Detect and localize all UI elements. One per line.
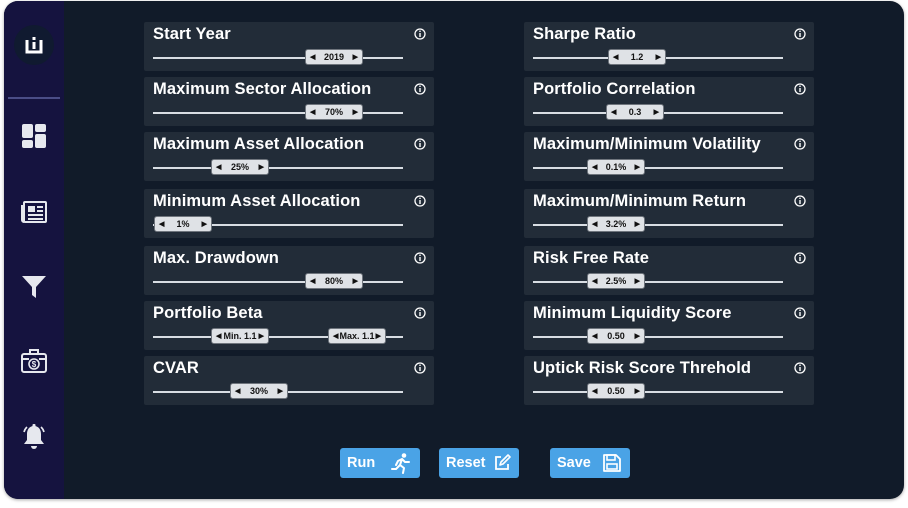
save-button[interactable]: Save	[550, 448, 630, 478]
panel-title: Portfolio Correlation	[533, 80, 696, 98]
panel-title: Portfolio Beta	[153, 304, 263, 322]
bell-icon[interactable]	[19, 422, 49, 452]
slider-track[interactable]	[533, 391, 783, 393]
app-window: $ Start Year ◀ 2019 ▶ Maximum Sector Alloc…	[4, 1, 904, 499]
info-icon[interactable]	[414, 195, 426, 207]
panel-title: Start Year	[153, 25, 231, 43]
info-icon[interactable]	[414, 83, 426, 95]
ui-logo[interactable]	[14, 25, 54, 65]
slider-track[interactable]	[533, 224, 783, 226]
reset-button[interactable]: Reset	[439, 448, 519, 478]
panel-title: CVAR	[153, 359, 199, 377]
slider-handle-max[interactable]: ◀ Max. 1.1 ▶	[328, 328, 386, 344]
info-icon[interactable]	[414, 307, 426, 319]
slider-handle[interactable]: ◀ 0.50 ▶	[587, 383, 645, 399]
panel-sharpe-ratio: Sharpe Ratio ◀ 1.2 ▶	[524, 22, 814, 71]
info-icon[interactable]	[414, 252, 426, 264]
filter-icon[interactable]	[19, 272, 49, 302]
slider-handle[interactable]: ◀ 0.3 ▶	[606, 104, 664, 120]
sidebar-divider	[8, 97, 60, 99]
slider-track[interactable]	[533, 281, 783, 283]
save-label: Save	[557, 455, 591, 471]
info-icon[interactable]	[794, 28, 806, 40]
panel-liquidity-score: Minimum Liquidity Score ◀ 0.50 ▶	[524, 301, 814, 350]
run-button[interactable]: Run	[340, 448, 420, 478]
dashboard-icon[interactable]	[19, 121, 49, 151]
slider-track[interactable]	[153, 281, 403, 283]
panel-title: Maximum Asset Allocation	[153, 135, 365, 153]
panel-title: Max. Drawdown	[153, 249, 279, 267]
slider-handle[interactable]: ◀ 80% ▶	[305, 273, 363, 289]
panel-maximum-asset-allocation: Maximum Asset Allocation ◀ 25% ▶	[144, 132, 434, 181]
panel-start-year: Start Year ◀ 2019 ▶	[144, 22, 434, 71]
panel-minimum-asset-allocation: Minimum Asset Allocation ◀ 1% ▶	[144, 189, 434, 238]
info-icon[interactable]	[794, 138, 806, 150]
slider-track[interactable]	[153, 57, 403, 59]
info-icon[interactable]	[414, 28, 426, 40]
edit-icon	[495, 454, 511, 470]
panel-title: Minimum Liquidity Score	[533, 304, 732, 322]
info-icon[interactable]	[414, 362, 426, 374]
panel-cvar: CVAR ◀ 30% ▶	[144, 356, 434, 405]
info-icon[interactable]	[794, 195, 806, 207]
panel-title: Minimum Asset Allocation	[153, 192, 361, 210]
panel-uptick-risk-score: Uptick Risk Score Threhold ◀ 0.50 ▶	[524, 356, 814, 405]
reset-label: Reset	[446, 455, 486, 471]
panel-title: Maximum/Minimum Volatility	[533, 135, 761, 153]
newspaper-icon[interactable]	[19, 197, 49, 227]
save-floppy-icon	[603, 454, 621, 472]
logo-glyph	[25, 37, 43, 54]
slider-handle[interactable]: ◀ 1% ▶	[154, 216, 212, 232]
slider-track[interactable]	[153, 167, 403, 169]
slider-track[interactable]	[533, 167, 783, 169]
slider-handle[interactable]: ◀ 30% ▶	[230, 383, 288, 399]
panel-title: Risk Free Rate	[533, 249, 650, 267]
slider-track[interactable]	[153, 112, 403, 114]
slider-handle[interactable]: ◀ 0.1% ▶	[587, 159, 645, 175]
panel-title: Uptick Risk Score Threhold	[533, 359, 752, 377]
run-label: Run	[347, 455, 376, 471]
svg-text:$: $	[32, 360, 37, 369]
slider-handle[interactable]: ◀ 70% ▶	[305, 104, 363, 120]
panel-portfolio-beta: Portfolio Beta ◀ Min. 1.1 ▶ ◀ Max. 1.1 ▶	[144, 301, 434, 350]
info-icon[interactable]	[414, 138, 426, 150]
panel-volatility: Maximum/Minimum Volatility ◀ 0.1% ▶	[524, 132, 814, 181]
panel-title: Maximum/Minimum Return	[533, 192, 747, 210]
briefcase-dollar-icon[interactable]: $	[19, 346, 49, 376]
panel-max-drawdown: Max. Drawdown ◀ 80% ▶	[144, 246, 434, 295]
panel-title: Sharpe Ratio	[533, 25, 636, 43]
slider-handle[interactable]: ◀ 2019 ▶	[305, 49, 363, 65]
panel-risk-free-rate: Risk Free Rate ◀ 2.5% ▶	[524, 246, 814, 295]
slider-track[interactable]	[533, 336, 783, 338]
slider-handle-min[interactable]: ◀ Min. 1.1 ▶	[211, 328, 269, 344]
info-icon[interactable]	[794, 252, 806, 264]
slider-handle[interactable]: ◀ 1.2 ▶	[608, 49, 666, 65]
info-icon[interactable]	[794, 307, 806, 319]
panel-title: Maximum Sector Allocation	[153, 80, 372, 98]
slider-handle[interactable]: ◀ 3.2% ▶	[587, 216, 645, 232]
sidebar: $	[4, 1, 64, 499]
panel-maximum-sector-allocation: Maximum Sector Allocation ◀ 70% ▶	[144, 77, 434, 126]
slider-handle[interactable]: ◀ 25% ▶	[211, 159, 269, 175]
panel-return: Maximum/Minimum Return ◀ 3.2% ▶	[524, 189, 814, 238]
slider-handle[interactable]: ◀ 0.50 ▶	[587, 328, 645, 344]
info-icon[interactable]	[794, 362, 806, 374]
running-person-icon	[391, 453, 410, 474]
panel-portfolio-correlation: Portfolio Correlation ◀ 0.3 ▶	[524, 77, 814, 126]
info-icon[interactable]	[794, 83, 806, 95]
slider-handle[interactable]: ◀ 2.5% ▶	[587, 273, 645, 289]
